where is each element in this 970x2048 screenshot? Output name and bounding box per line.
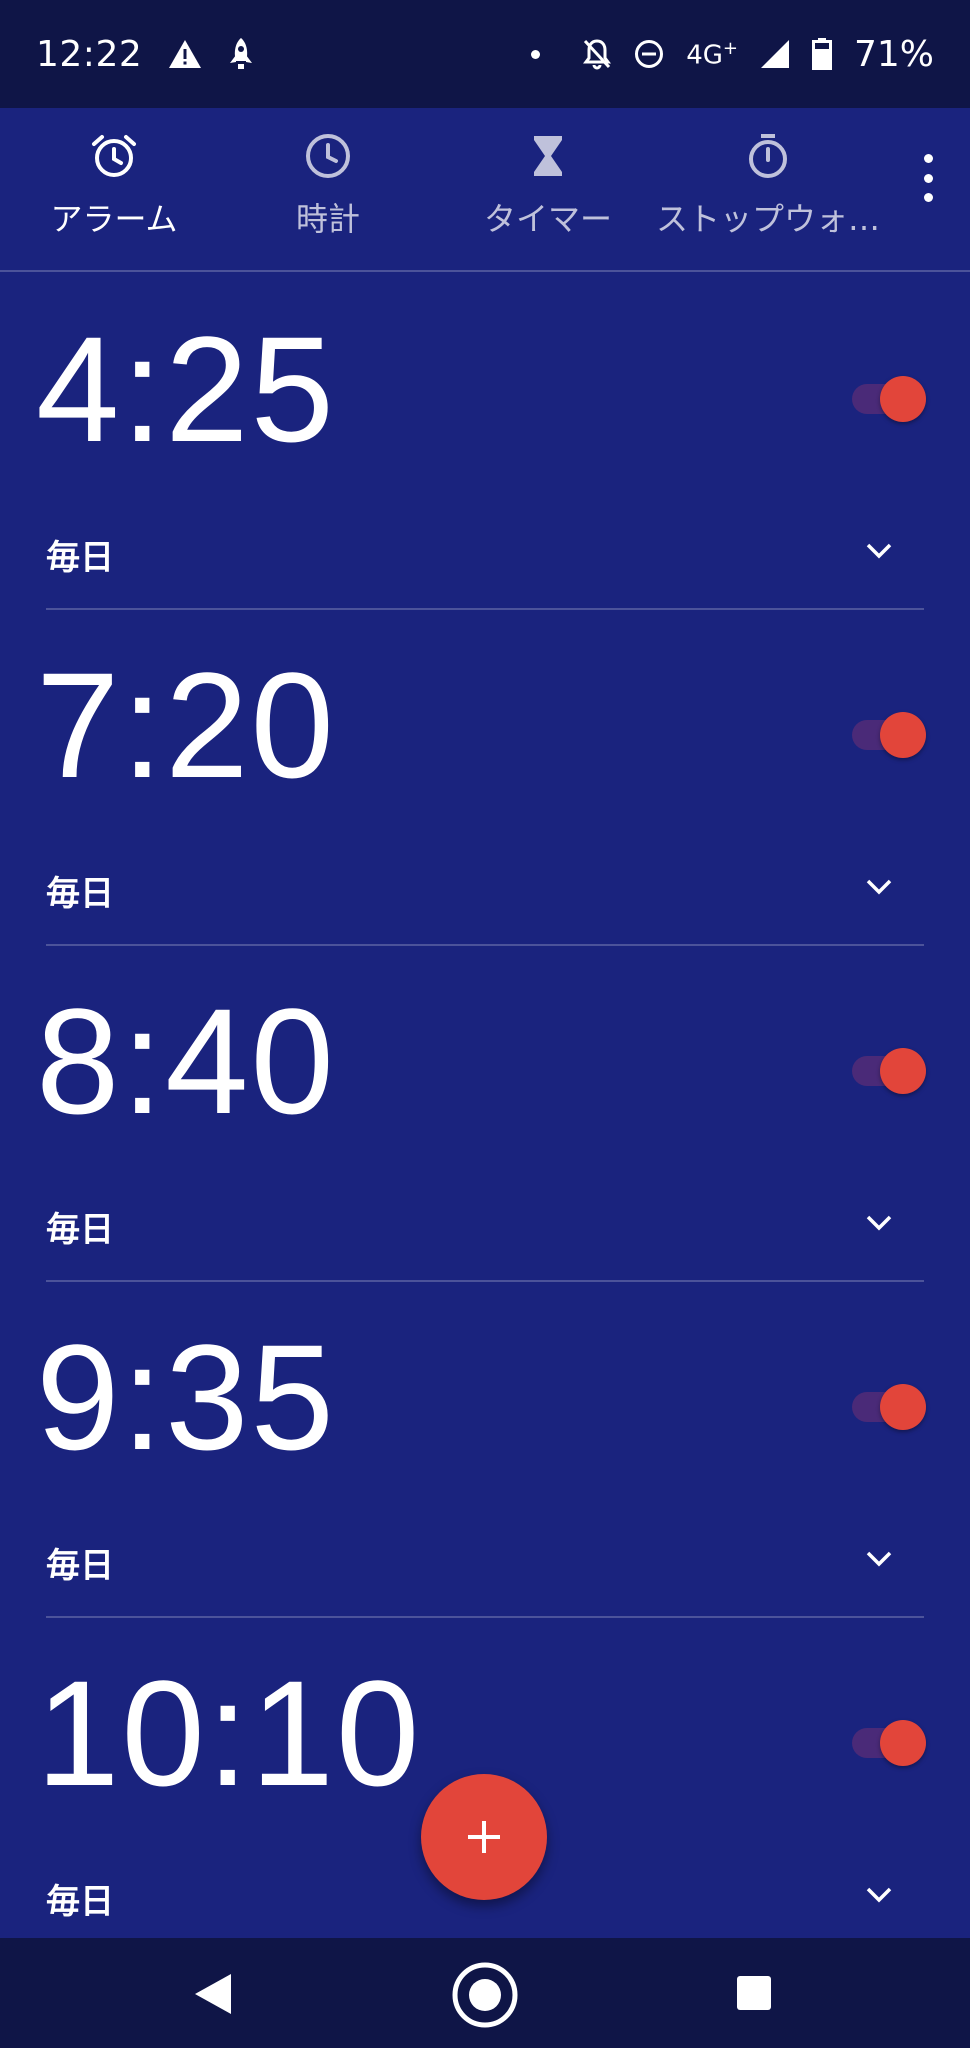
alarm-toggle[interactable] — [850, 1720, 926, 1766]
navigation-bar — [0, 1938, 970, 2048]
alarm-clock-icon — [92, 135, 136, 177]
alarm-repeat: 毎日 — [46, 1546, 114, 1586]
toggle-thumb — [880, 376, 926, 422]
alarm-toggle[interactable] — [850, 376, 926, 422]
chevron-down-icon — [866, 1887, 892, 1903]
toggle-thumb — [880, 1720, 926, 1766]
home-icon[interactable] — [452, 1962, 518, 2028]
toggle-thumb — [880, 712, 926, 758]
alarm-repeat: 毎日 — [46, 874, 114, 914]
add-alarm-button[interactable] — [421, 1774, 547, 1900]
tab-alarm-label: アラーム — [50, 200, 178, 238]
alarm-repeat: 毎日 — [46, 1210, 114, 1250]
alarm-item[interactable]: 7:20 毎日 — [0, 610, 970, 946]
alarm-time[interactable]: 9:35 — [36, 1322, 336, 1472]
more-vert-icon — [923, 193, 933, 202]
warning-icon — [169, 40, 202, 68]
notification-dot — [531, 49, 541, 59]
network-type: 4G+ — [686, 38, 738, 71]
alarm-item[interactable]: 8:40 毎日 — [0, 946, 970, 1282]
expand-button[interactable] — [860, 868, 898, 906]
status-right: 4G+ 71% — [531, 34, 934, 75]
tab-stopwatch-label: ストップウォ… — [655, 200, 880, 238]
alarm-time[interactable]: 8:40 — [36, 986, 336, 1136]
more-vert-icon — [923, 154, 933, 163]
battery-icon — [811, 38, 832, 70]
status-bar: 12:22 4G+ 71% — [0, 0, 970, 108]
alarm-toggle[interactable] — [850, 1384, 926, 1430]
chevron-down-icon — [866, 879, 892, 895]
alarm-list: 4:25 毎日 7:20 毎日 8:40 毎日 9:35 毎日 10:10 毎日 — [0, 274, 970, 1954]
clock-icon — [306, 134, 350, 178]
tab-bar: アラーム 時計 タイマー ストップウォ… — [0, 108, 970, 272]
overflow-menu-button[interactable] — [910, 146, 946, 210]
expand-button[interactable] — [860, 1204, 898, 1242]
alarm-toggle[interactable] — [850, 712, 926, 758]
alarm-time[interactable]: 4:25 — [36, 314, 336, 464]
stopwatch-icon — [749, 134, 787, 178]
tab-clock[interactable]: 時計 — [213, 132, 443, 262]
recents-icon[interactable] — [737, 1976, 771, 2010]
alarm-time[interactable]: 10:10 — [36, 1658, 421, 1808]
tab-stopwatch[interactable]: ストップウォ… — [653, 132, 883, 262]
battery-percent: 71% — [853, 33, 934, 75]
rocket-icon — [230, 38, 253, 69]
chevron-down-icon — [866, 1215, 892, 1231]
more-vert-icon — [923, 173, 933, 183]
status-time: 12:22 — [36, 33, 143, 75]
alarm-toggle[interactable] — [850, 1048, 926, 1094]
chevron-down-icon — [866, 543, 892, 559]
toggle-thumb — [880, 1384, 926, 1430]
toggle-thumb — [880, 1048, 926, 1094]
alarm-repeat: 毎日 — [46, 538, 114, 578]
status-left: 12:22 — [36, 34, 254, 75]
hourglass-icon — [534, 136, 562, 176]
chevron-down-icon — [866, 1551, 892, 1567]
alarm-time[interactable]: 7:20 — [36, 650, 336, 800]
tab-timer-label: タイマー — [483, 200, 612, 238]
tab-alarm[interactable]: アラーム — [0, 132, 229, 262]
bell-off-icon — [583, 39, 612, 70]
alarm-item[interactable]: 9:35 毎日 — [0, 1282, 970, 1618]
signal-icon — [760, 40, 789, 68]
tab-timer[interactable]: タイマー — [433, 132, 663, 262]
back-icon[interactable] — [193, 1972, 233, 2016]
network-label: 4G — [686, 40, 723, 71]
alarm-repeat: 毎日 — [46, 1882, 114, 1922]
tab-clock-label: 時計 — [295, 200, 360, 238]
expand-button[interactable] — [860, 1876, 898, 1914]
network-plus: + — [722, 37, 738, 59]
expand-button[interactable] — [860, 1540, 898, 1578]
expand-button[interactable] — [860, 532, 898, 570]
do-not-disturb-icon — [635, 40, 664, 68]
alarm-item[interactable]: 4:25 毎日 — [0, 274, 970, 610]
plus-icon — [468, 1821, 500, 1853]
